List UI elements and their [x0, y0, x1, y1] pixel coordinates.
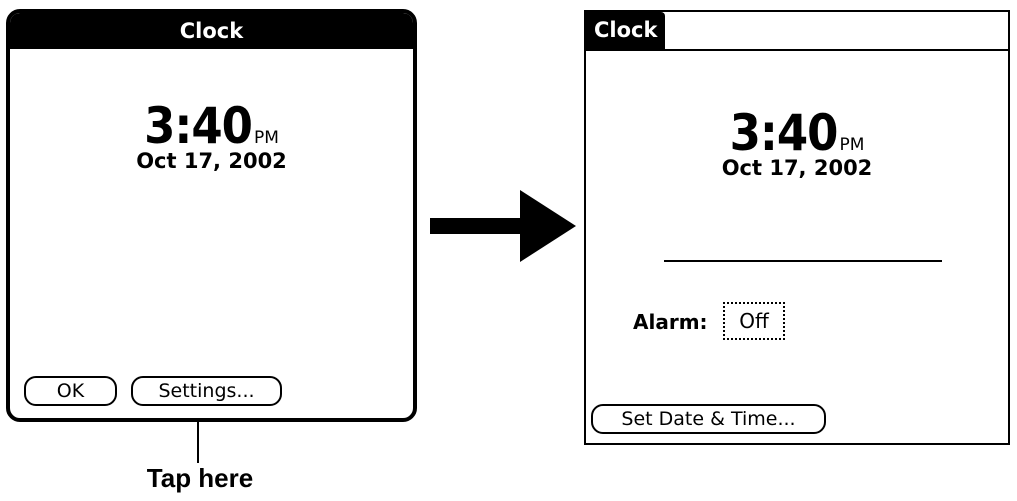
clock-modal-readout: 3:40 PM Oct 17, 2002 [10, 97, 413, 173]
am-pm-indicator: PM [839, 135, 865, 155]
divider-line [664, 260, 942, 262]
time-line: 3:40 PM [10, 97, 413, 155]
alarm-label: Alarm: [633, 310, 708, 334]
clock-modal-title: Clock [10, 13, 413, 49]
current-time: 3:40 [144, 97, 253, 155]
clock-app-title[interactable]: Clock [586, 12, 666, 49]
alarm-selector[interactable]: Off [723, 302, 785, 340]
clock-app-readout: 3:40 PM Oct 17, 2002 [586, 104, 1008, 180]
right-arrow-icon [430, 190, 576, 262]
current-date: Oct 17, 2002 [136, 149, 287, 173]
ok-button[interactable]: OK [24, 376, 117, 406]
settings-button[interactable]: Settings... [131, 376, 282, 406]
set-date-time-button[interactable]: Set Date & Time... [591, 404, 826, 434]
time-line: 3:40 PM [586, 104, 1008, 162]
clock-app-titlebar: Clock [586, 12, 1008, 51]
current-time: 3:40 [729, 104, 839, 162]
callout-label: Tap here [146, 463, 254, 493]
am-pm-indicator: PM [253, 128, 279, 148]
callout-text: Tap here [125, 463, 275, 493]
current-date: Oct 17, 2002 [721, 156, 873, 180]
clock-app-screen: Clock 3:40 PM Oct 17, 2002 Alarm: Off Set… [584, 10, 1010, 445]
clock-modal-screen: Clock 3:40 PM Oct 17, 2002 OK Settings... [6, 9, 417, 422]
